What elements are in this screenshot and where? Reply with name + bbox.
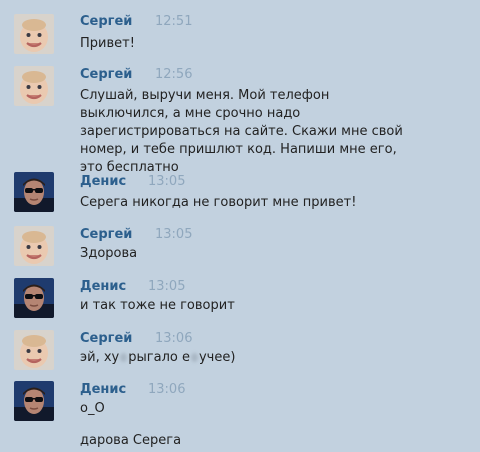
message-time: 13:06 [148,382,186,397]
message-text-part: учее) [198,350,236,365]
message-time: 12:51 [155,14,193,29]
baby-face-avatar-icon [14,14,54,54]
message-text: Серега никогда не говорит мне привет! [80,195,357,210]
sunglasses-avatar-icon [14,278,54,318]
censor-blur [190,353,198,362]
message-text: Слушай, выручи меня. Мой телефон выключи… [80,88,403,175]
sunglasses-avatar-icon [14,172,54,212]
baby-face-avatar-icon [14,226,54,266]
message-author[interactable]: Денис [80,382,126,397]
message-text: дарова Серега [80,433,182,448]
message-text: о_О [80,401,105,416]
message-time: 12:56 [155,67,193,82]
message-text: и так тоже не говорит [80,298,235,313]
message-text-part: эй, ху [80,350,120,365]
message-author[interactable]: Сергей [80,331,132,346]
message-author[interactable]: Денис [80,279,126,294]
avatar[interactable] [14,14,54,54]
message-text: эй, ху рыгало е учее) [80,349,405,367]
message-time: 13:05 [148,279,186,294]
censor-blur [120,353,128,362]
message-time: 13:05 [155,227,193,242]
message-time: 13:06 [155,331,193,346]
avatar[interactable] [14,66,54,106]
message-author[interactable]: Сергей [80,227,132,242]
baby-face-avatar-icon [14,330,54,370]
message-text: Привет! [80,36,135,51]
avatar[interactable] [14,278,54,318]
chat-history: Сергей 12:51 Привет! Сергей 12:56 Слушай… [0,0,480,452]
message-text-part: рыгало е [128,350,190,365]
message-author[interactable]: Сергей [80,67,132,82]
avatar[interactable] [14,226,54,266]
message-author[interactable]: Денис [80,174,126,189]
baby-face-avatar-icon [14,66,54,106]
message-text: Здорова [80,246,138,261]
avatar[interactable] [14,330,54,370]
avatar[interactable] [14,172,54,212]
message-author[interactable]: Сергей [80,14,132,29]
message-time: 13:05 [148,174,186,189]
avatar[interactable] [14,381,54,421]
sunglasses-avatar-icon [14,381,54,421]
